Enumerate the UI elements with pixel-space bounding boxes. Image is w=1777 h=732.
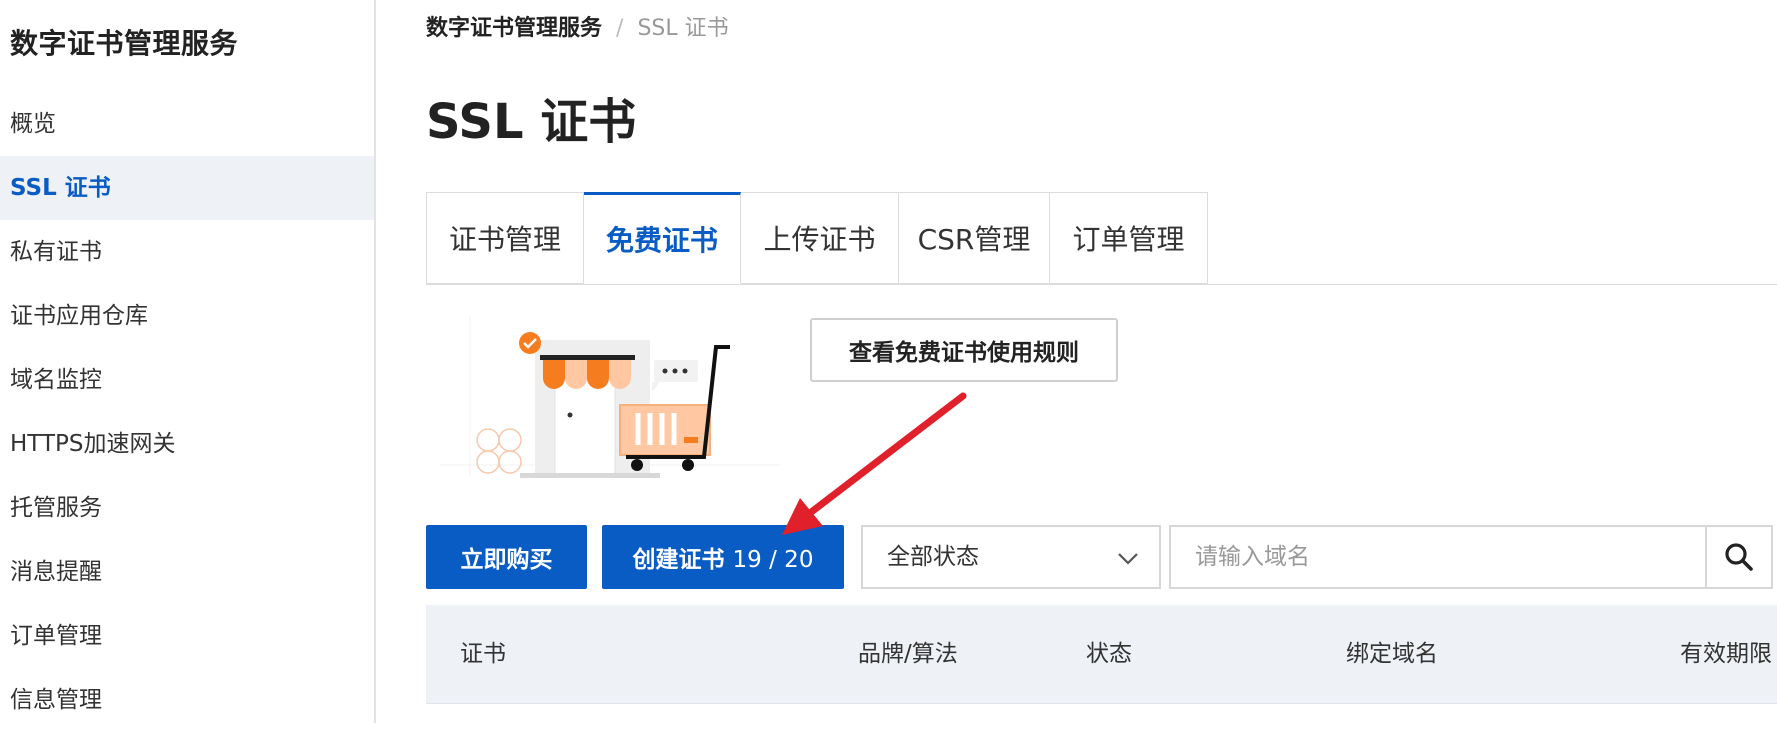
breadcrumb: 数字证书管理服务 / SSL 证书 <box>426 10 729 42</box>
shop-cart-illustration <box>440 315 780 478</box>
search-icon <box>1725 543 1753 571</box>
create-certificate-label: 创建证书 <box>632 547 725 573</box>
sidebar-item-private-certificate[interactable]: 私有证书 <box>0 220 374 284</box>
chevron-down-icon <box>1118 553 1138 565</box>
cert-table-header: 证书 品牌/算法 状态 绑定域名 有效期限 <box>426 605 1777 704</box>
column-header-status: 状态 <box>1086 641 1132 667</box>
tab-upload-certificate[interactable]: 上传证书 <box>741 192 899 284</box>
sidebar: 数字证书管理服务 概览 SSL 证书 私有证书 证书应用仓库 域名监控 HTTP… <box>0 0 376 723</box>
sidebar-item-notifications[interactable]: 消息提醒 <box>0 540 374 604</box>
tab-cert-management[interactable]: 证书管理 <box>426 192 584 284</box>
tab-csr-management[interactable]: CSR管理 <box>899 192 1050 284</box>
certificate-quota-count: 19 / 20 <box>732 547 814 573</box>
domain-search <box>1169 525 1773 589</box>
search-button[interactable] <box>1705 527 1771 587</box>
tab-free-certificate[interactable]: 免费证书 <box>584 192 741 284</box>
app-title: 数字证书管理服务 <box>10 27 239 60</box>
sidebar-item-domain-monitoring[interactable]: 域名监控 <box>0 348 374 412</box>
buy-now-button[interactable]: 立即购买 <box>426 525 587 589</box>
domain-search-input[interactable] <box>1171 527 1706 587</box>
page-title: SSL 证书 <box>426 94 637 150</box>
sidebar-item-overview[interactable]: 概览 <box>0 92 374 156</box>
sidebar-menu: 概览 SSL 证书 私有证书 证书应用仓库 域名监控 HTTPS加速网关 托管服… <box>0 92 374 732</box>
sidebar-item-https-gateway[interactable]: HTTPS加速网关 <box>0 412 374 476</box>
sidebar-item-cert-repository[interactable]: 证书应用仓库 <box>0 284 374 348</box>
tab-order-management[interactable]: 订单管理 <box>1050 192 1208 284</box>
status-filter-value: 全部状态 <box>887 544 979 570</box>
breadcrumb-current: SSL 证书 <box>637 16 729 41</box>
sidebar-item-ssl-certificate[interactable]: SSL 证书 <box>0 156 374 220</box>
breadcrumb-root[interactable]: 数字证书管理服务 <box>426 16 602 41</box>
sidebar-item-info-management[interactable]: 信息管理 <box>0 668 374 732</box>
check-badge-icon <box>519 332 541 354</box>
column-header-validity: 有效期限 <box>1680 641 1772 667</box>
column-header-brand-algorithm: 品牌/算法 <box>858 641 958 667</box>
status-filter-select[interactable]: 全部状态 <box>861 525 1161 589</box>
sidebar-item-managed-service[interactable]: 托管服务 <box>0 476 374 540</box>
column-header-certificate: 证书 <box>460 641 506 667</box>
breadcrumb-separator: / <box>616 16 624 41</box>
create-certificate-button[interactable]: 创建证书 19 / 20 <box>602 525 844 589</box>
tab-bar: 证书管理 免费证书 上传证书 CSR管理 订单管理 <box>426 192 1208 285</box>
column-header-bound-domain: 绑定域名 <box>1346 641 1438 667</box>
sidebar-item-order-management[interactable]: 订单管理 <box>0 604 374 668</box>
free-cert-rules-button[interactable]: 查看免费证书使用规则 <box>810 318 1118 382</box>
